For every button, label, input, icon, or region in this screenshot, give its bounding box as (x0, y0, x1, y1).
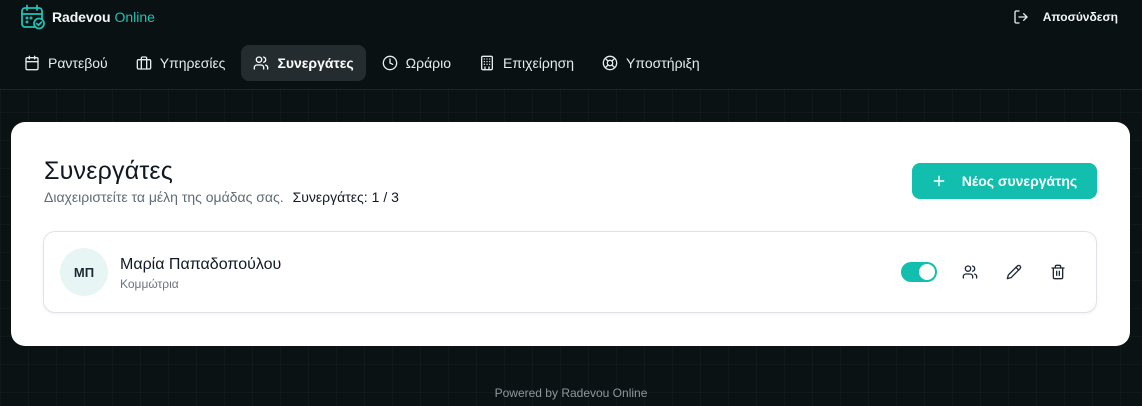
partners-card: Συνεργάτες Διαχειριστείτε τα μέλη της ομ… (11, 122, 1130, 346)
nav-item-label: Ραντεβού (48, 55, 108, 71)
nav-item-label: Ωράριο (405, 55, 452, 71)
nav-item-services[interactable]: Υπηρεσίες (124, 45, 238, 81)
subtitle-text: Διαχειριστείτε τα μέλη της ομάδας σας. (44, 189, 284, 205)
nav-item-support[interactable]: Υποστήριξη (590, 45, 712, 81)
nav-item-partners[interactable]: Συνεργάτες (241, 45, 366, 81)
users-icon (253, 55, 269, 71)
member-role: Κομμώτρια (120, 277, 179, 291)
nav-item-label: Συνεργάτες (277, 55, 354, 71)
toggle-knob (919, 264, 935, 280)
brand[interactable]: Radevou Online (20, 3, 155, 31)
services-assign-button[interactable] (959, 261, 981, 283)
lifebuoy-icon (602, 55, 618, 71)
nav-item-business[interactable]: Επιχείρηση (467, 45, 586, 81)
calendar-check-icon (20, 4, 46, 30)
footer: Powered by Radevou Online (494, 386, 648, 400)
page-title: Συνεργάτες (44, 157, 174, 185)
logout-label: Αποσύνδεση (1042, 10, 1118, 24)
page-subtitle: Διαχειριστείτε τα μέλη της ομάδας σας. Σ… (44, 189, 399, 205)
nav-item-appointments[interactable]: Ραντεβού (12, 45, 120, 81)
briefcase-icon (136, 55, 152, 71)
partner-count-label: Συνεργάτες: (292, 189, 368, 205)
member-actions (901, 261, 1069, 283)
nav-item-label: Υπηρεσίες (159, 55, 226, 71)
brand-name: Radevou (52, 9, 111, 25)
avatar: ΜΠ (60, 248, 108, 296)
top-bar: Radevou Online Αποσύνδεση Ραντεβού Υπηρε… (0, 0, 1142, 90)
delete-button[interactable] (1047, 261, 1069, 283)
partner-count-value: 1 / 3 (371, 189, 399, 205)
nav-item-label: Υποστήριξη (626, 55, 700, 71)
logout-button[interactable]: Αποσύνδεση (1013, 6, 1118, 28)
nav-item-schedule[interactable]: Ωράριο (370, 45, 463, 81)
plus-icon (932, 174, 946, 188)
partner-count: Συνεργάτες: 1 / 3 (293, 189, 399, 205)
users-icon (962, 264, 978, 280)
pencil-icon (1006, 264, 1022, 280)
new-partner-button[interactable]: Νέος συνεργάτης (912, 163, 1097, 199)
trash-icon (1050, 264, 1066, 280)
brand-suffix: Online (114, 9, 155, 25)
clock-icon (382, 55, 398, 71)
new-partner-label: Νέος συνεργάτης (961, 173, 1078, 189)
active-toggle[interactable] (901, 262, 937, 282)
nav-item-label: Επιχείρηση (503, 55, 575, 71)
calendar-icon (24, 55, 40, 71)
list-item: ΜΠ Μαρία Παπαδοπούλου Κομμώτρια (43, 231, 1097, 313)
log-out-icon (1013, 9, 1029, 25)
member-name: Μαρία Παπαδοπούλου (120, 256, 282, 273)
main-nav: Ραντεβού Υπηρεσίες Συνεργάτες Ωράριο Επι… (12, 45, 712, 81)
edit-button[interactable] (1003, 261, 1025, 283)
building-icon (479, 55, 495, 71)
